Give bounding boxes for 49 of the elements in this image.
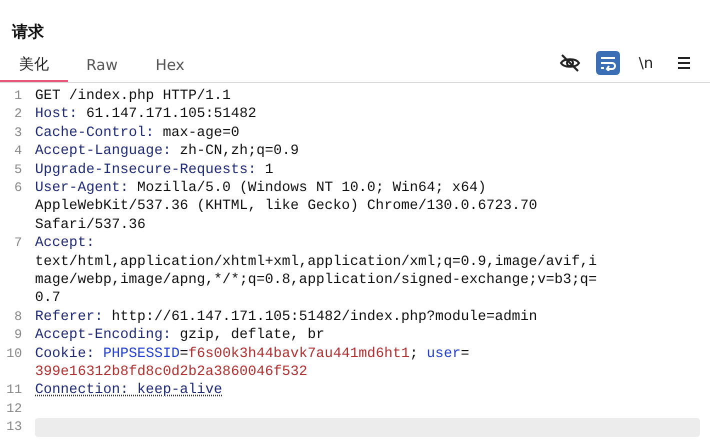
code-text: = bbox=[460, 346, 470, 362]
line-number: 11 bbox=[5, 381, 23, 400]
code-text: 1 bbox=[264, 162, 274, 178]
code-text: = bbox=[180, 346, 188, 362]
line-number: 8 bbox=[13, 308, 23, 326]
header-name: Cookie: bbox=[35, 346, 96, 362]
code-text: text/html,application/xhtml+xml,application/xml;q=0.9,image/avif,i bbox=[35, 254, 597, 270]
line-number: 1 bbox=[13, 87, 23, 105]
panel-title: 请求 bbox=[10, 21, 45, 43]
tab[interactable]: Raw bbox=[68, 55, 136, 82]
tab[interactable]: Hex bbox=[136, 55, 204, 82]
newline-button[interactable]: \n bbox=[634, 51, 658, 75]
tab[interactable]: 美化 bbox=[0, 55, 68, 82]
code-text: Safari/537.36 bbox=[35, 216, 146, 233]
code-text: ; bbox=[410, 346, 420, 362]
line-number: 5 bbox=[13, 160, 23, 179]
line-number: 4 bbox=[13, 142, 23, 160]
header-name: Cache-Control: bbox=[35, 124, 156, 141]
header-name: Upgrade-Insecure-Requests: bbox=[35, 162, 258, 178]
cookie-name: PHPSESSID bbox=[103, 346, 180, 362]
line-number: 6 bbox=[13, 179, 23, 198]
cookie-value: f6s00k3h44bavk7au441md6ht1 bbox=[188, 346, 410, 362]
line-number: 7 bbox=[13, 234, 23, 252]
header-name: Referer: bbox=[35, 308, 104, 325]
code-text: 0.7 bbox=[35, 290, 61, 306]
line-number: 2 bbox=[13, 105, 23, 124]
cookie-name: user bbox=[426, 346, 461, 362]
code-text: 61.147.171.105:51482 bbox=[86, 106, 256, 122]
header-name: Host: bbox=[35, 106, 79, 122]
code-text: AppleWebKit/537.36 (KHTML, like Gecko) Chrome/130.0.6723.70 bbox=[35, 198, 538, 214]
line-number: 12 bbox=[5, 400, 23, 418]
header-name: User-Agent: bbox=[35, 180, 130, 196]
header-name: Accept-Language: bbox=[35, 143, 172, 160]
line-number: 9 bbox=[13, 326, 23, 344]
code-text: gzip, deflate, br bbox=[180, 327, 324, 344]
code-text: GET /index.php HTTP/1.1 bbox=[35, 88, 231, 104]
code-text: http://61.147.171.105:51482/index.php?module=admin bbox=[112, 308, 538, 325]
line-number: 3 bbox=[13, 124, 23, 142]
wrap-icon[interactable] bbox=[596, 51, 620, 75]
cookie-value: 399e16312b8fd8c0d2b2a3860046f532 bbox=[35, 364, 308, 380]
code-text: Mozilla/5.0 (Windows NT 10.0; Win64; x64) bbox=[137, 180, 486, 196]
header-line: Connection: keep-alive bbox=[35, 382, 222, 398]
code-text: zh-CN,zh;q=0.9 bbox=[180, 143, 299, 160]
code-text: max-age=0 bbox=[162, 124, 240, 141]
header-name: Accept-Encoding: bbox=[35, 327, 172, 344]
line-number: 10 bbox=[5, 344, 23, 363]
header-name: Accept: bbox=[35, 235, 95, 252]
code-text: mage/webp,image/apng,*/*;q=0.8,application/signed-exchange;v=b3;q= bbox=[35, 272, 597, 288]
line-number: 13 bbox=[5, 418, 23, 436]
